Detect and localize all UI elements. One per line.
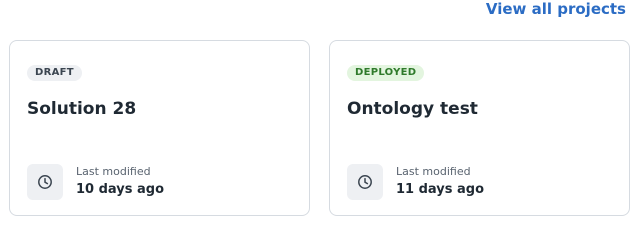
last-modified-label: Last modified xyxy=(76,165,151,178)
last-modified-value: 11 days ago xyxy=(396,182,485,197)
status-badge: DRAFT xyxy=(27,65,82,81)
last-modified-label: Last modified xyxy=(396,165,471,178)
project-card[interactable]: DEPLOYED Ontology test Last modified 11 … xyxy=(329,40,630,216)
project-title: Solution 28 xyxy=(27,99,137,119)
project-card[interactable]: DRAFT Solution 28 Last modified 10 days … xyxy=(9,40,310,216)
status-badge: DEPLOYED xyxy=(347,65,425,81)
clock-icon xyxy=(27,164,63,200)
last-modified-value: 10 days ago xyxy=(76,182,165,197)
view-all-projects-link[interactable]: View all projects xyxy=(486,0,626,18)
last-modified: Last modified 10 days ago xyxy=(27,164,164,200)
last-modified: Last modified 11 days ago xyxy=(347,164,484,200)
project-title: Ontology test xyxy=(347,99,478,119)
clock-icon xyxy=(347,164,383,200)
